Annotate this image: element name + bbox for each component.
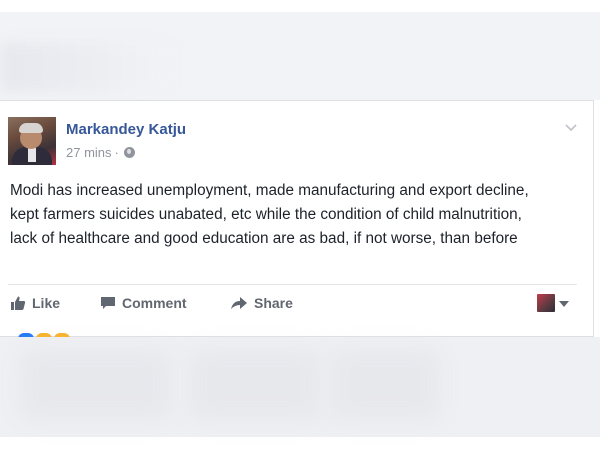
action-divider	[8, 284, 577, 285]
author-name[interactable]: Markandey Katju	[66, 121, 186, 138]
post-meta: 27 mins ·	[66, 145, 135, 160]
post-timestamp[interactable]: 27 mins	[66, 145, 112, 160]
facebook-post: Markandey Katju 27 mins · Modi has incre…	[0, 100, 594, 339]
blurred-element	[0, 42, 170, 92]
author-avatar[interactable]	[8, 117, 56, 165]
like-label: Like	[32, 295, 61, 311]
blurred-element	[190, 350, 320, 420]
comment-icon	[101, 297, 115, 309]
thumbs-up-icon	[11, 296, 26, 310]
chevron-down-icon[interactable]	[565, 121, 577, 133]
caret-down-icon[interactable]	[559, 301, 569, 307]
comment-button[interactable]: Comment	[100, 291, 187, 315]
globe-icon	[123, 147, 135, 158]
like-button[interactable]: Like	[10, 291, 60, 315]
blurred-element	[20, 350, 170, 420]
share-label: Share	[254, 295, 293, 311]
meta-separator: ·	[114, 145, 119, 160]
blurred-element	[330, 350, 440, 420]
screenshot-stage: Markandey Katju 27 mins · Modi has incre…	[0, 0, 600, 450]
audience-avatar[interactable]	[537, 294, 555, 312]
comment-label: Comment	[122, 295, 187, 311]
share-button[interactable]: Share	[230, 291, 293, 315]
post-actions: Like Comment Share	[8, 291, 577, 315]
post-body: Modi has increased unemployment, made ma…	[10, 182, 529, 247]
share-arrow-icon	[231, 297, 247, 309]
